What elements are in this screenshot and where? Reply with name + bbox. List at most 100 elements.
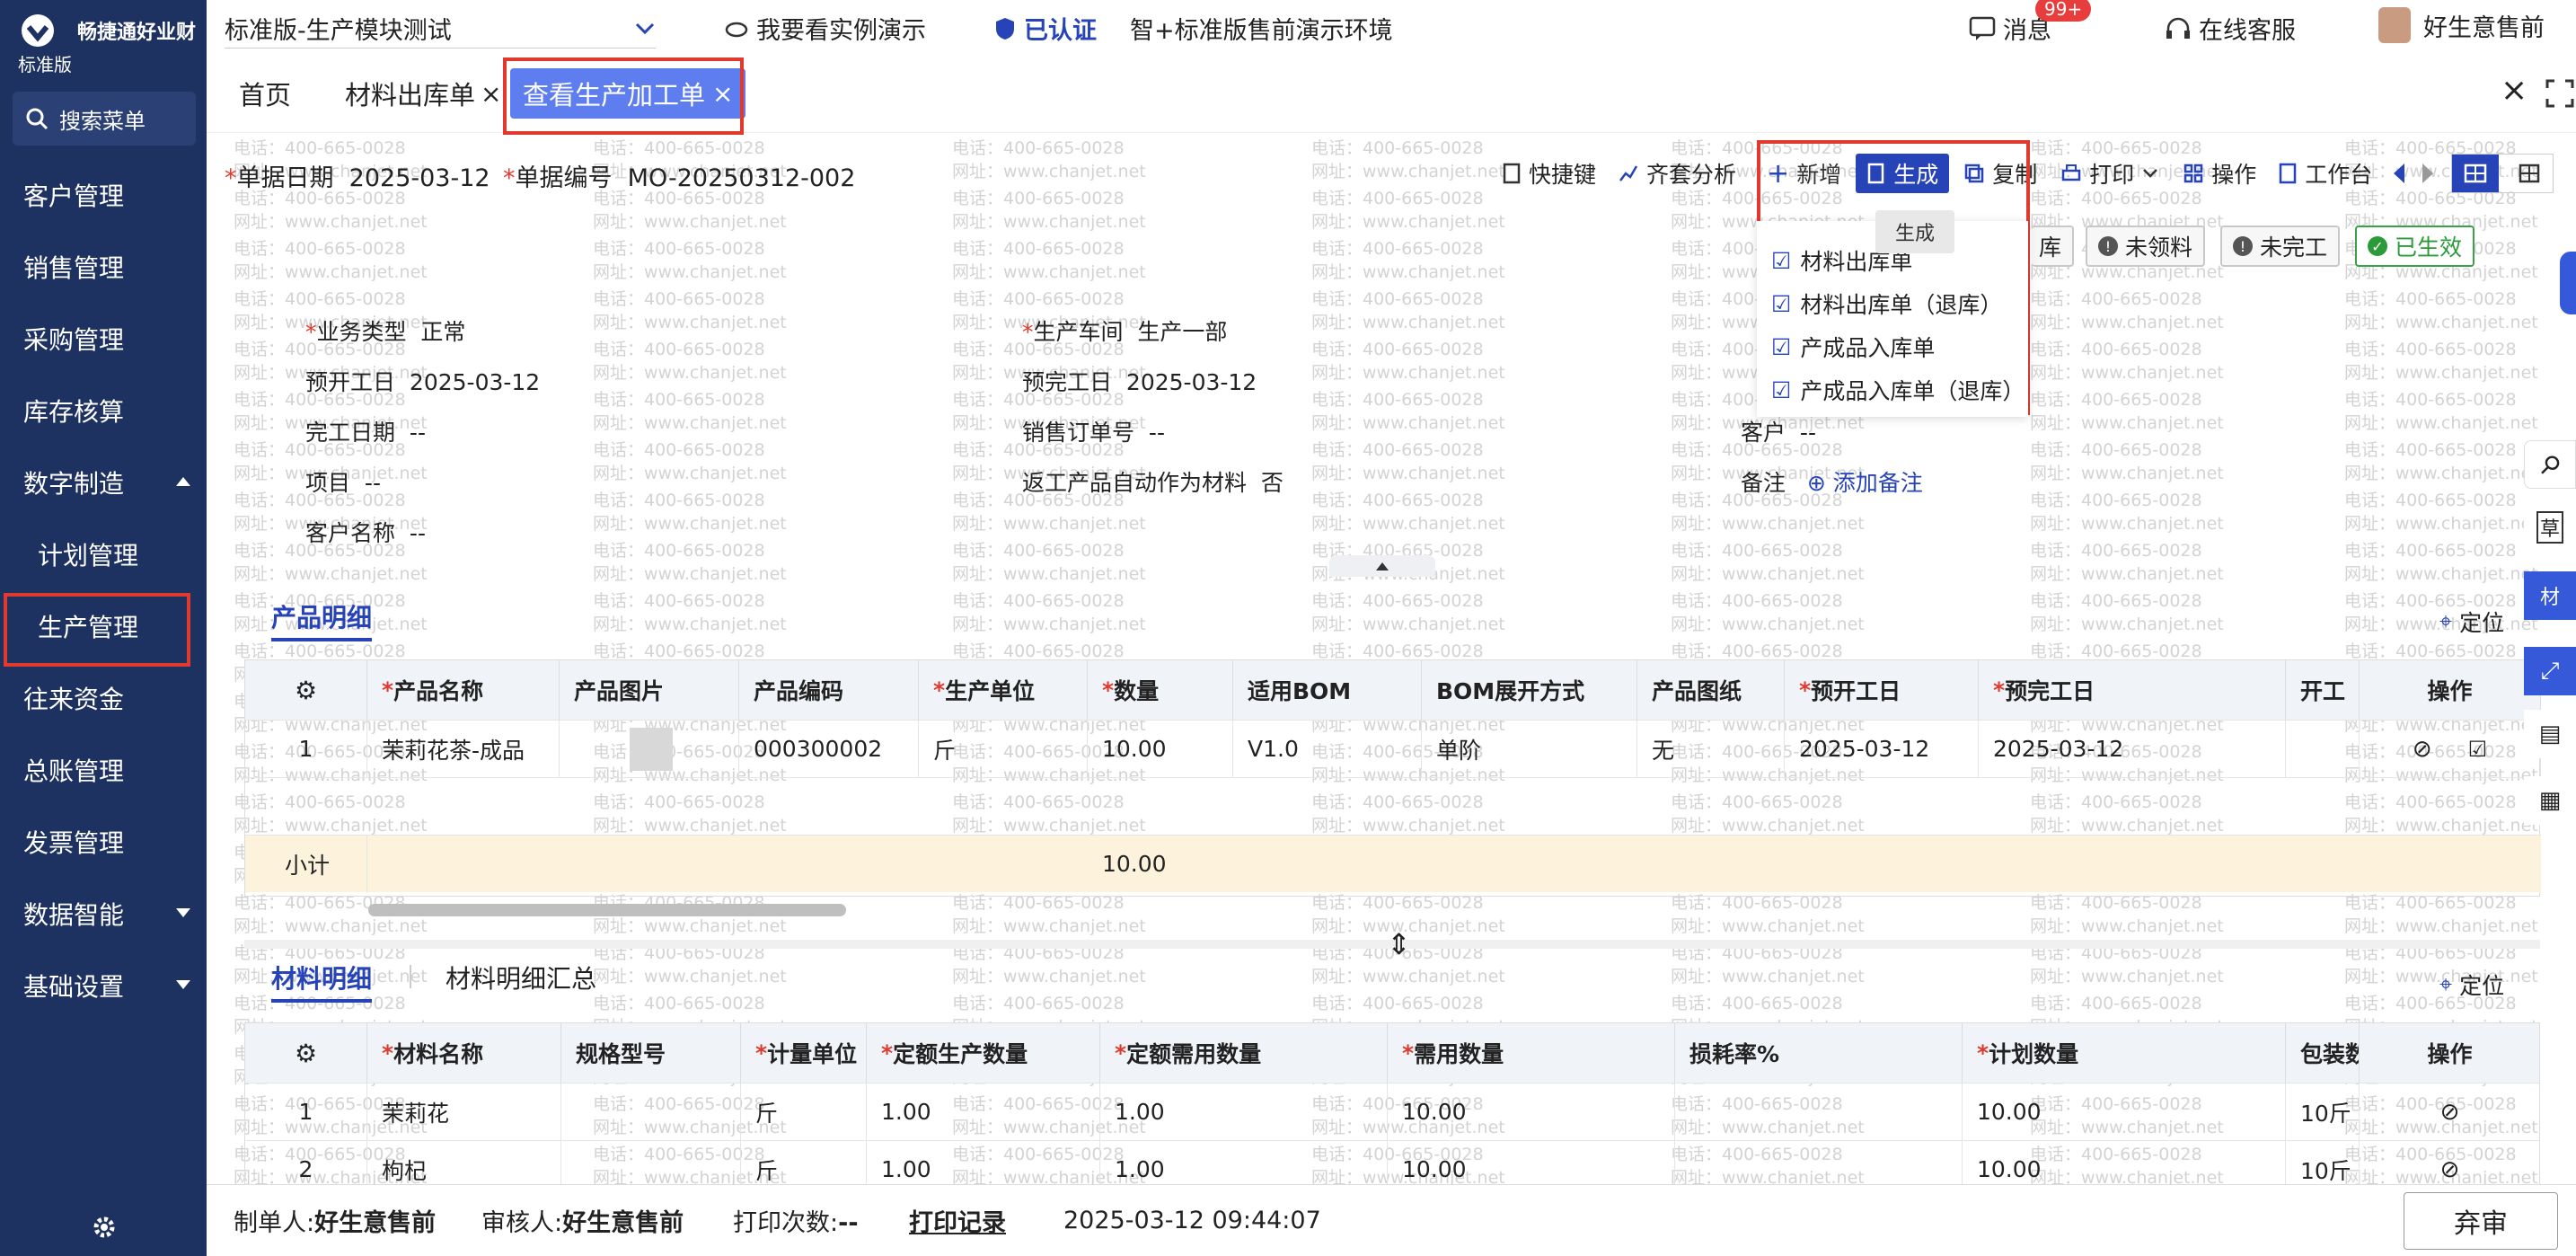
disable-icon[interactable]: ⊘ [2440,1156,2460,1183]
print-log-link[interactable]: 打印记录 [909,1203,1006,1238]
cell-quota-prod: 1.00 [867,1083,1100,1140]
field-label: 预开工日 [305,369,396,395]
operations-button[interactable]: 操作 [2183,157,2256,190]
attachment-icon[interactable]: ⚲ [2524,440,2576,489]
watermark-text: 电话：400-665-0028网址：www.chanjet.net [2030,390,2224,433]
table-view-icon[interactable] [2506,155,2553,192]
status-badge-partial: 库 [2032,226,2075,267]
next-icon[interactable] [2422,164,2434,183]
material-panel-icon[interactable]: 材 [2524,571,2576,620]
draft-icon[interactable]: 草 [2524,503,2576,552]
gear-icon[interactable] [90,1213,119,1242]
copy-icon [1964,164,1984,183]
tab-underline [271,999,372,1003]
copy-button[interactable]: 复制 [1963,157,2037,190]
sidebar-item-basic[interactable]: 基础设置 [0,957,207,1014]
required-mark: * [1115,1039,1127,1066]
watermark-text: 电话：400-665-0028网址：www.chanjet.net [1311,289,1505,332]
settings-doc-icon[interactable]: ▦ [2524,776,2576,825]
sidebar-item-sales[interactable]: 销售管理 [0,238,207,296]
locate-button[interactable]: ⌖ 定位 [2439,969,2504,1001]
tab-material-summary[interactable]: 材料明细汇总 [446,960,596,995]
field-value: 生产一部 [1137,319,1228,345]
workshop-field: *生产车间 生产一部 [1022,314,1227,347]
field-value: 2025-03-12 [1125,369,1257,395]
cell-spec [561,1083,741,1140]
cell-product-image[interactable] [560,720,739,777]
sidebar-item-inventory[interactable]: 库存核算 [0,382,207,439]
abandon-audit-button[interactable]: 弃审 [2404,1192,2558,1250]
locate-button[interactable]: ⌖ 定位 [2439,606,2504,638]
tab-product-detail[interactable]: 产品明细 [271,598,372,634]
sidebar-item-production[interactable]: 生产管理 [0,597,207,655]
close-icon[interactable]: × [712,79,733,109]
sidebar-item-label: 基础设置 [23,972,125,1002]
demo-label: 我要看实例演示 [756,17,926,45]
cell-product-name[interactable]: 茉莉花茶-成品 [367,720,560,777]
dropdown-item-product-return[interactable]: ☑ 产成品入库单（退库） [1771,372,2025,408]
watermark-text: 电话：400-665-0028网址：www.chanjet.net [1311,239,1505,282]
cell-actions: ⊘ [2360,1140,2539,1184]
cell-material-name[interactable]: 茉莉花 [367,1083,561,1140]
watermark-text: 电话：400-665-0028网址：www.chanjet.net [1311,591,1505,634]
resize-icon[interactable]: ⇕ [1387,927,1411,961]
done-date-field: 完工日期 -- [305,415,426,447]
product-thumbnail[interactable] [630,727,673,771]
side-handle[interactable] [2560,252,2576,314]
disable-icon[interactable]: ⊘ [2413,736,2432,763]
required-mark: * [881,1039,894,1066]
expand-icon[interactable]: ⤢ [2524,647,2576,695]
shortcut-button[interactable]: 快捷键 [1502,157,1596,190]
watermark-text: 电话：400-665-0028网址：www.chanjet.net [2030,440,2224,483]
watermark-text: 电话：400-665-0028网址：www.chanjet.net [952,189,1146,232]
doc-check-icon[interactable]: ☑ [2468,737,2488,762]
generate-button[interactable]: 生成 [1856,154,1950,193]
close-icon[interactable]: × [481,79,501,109]
add-button[interactable]: + 新增 [1767,157,1841,190]
kit-analysis-button[interactable]: 齐套分析 [1618,157,1736,190]
sidebar-item-planning[interactable]: 计划管理 [0,526,207,583]
horizontal-scrollbar[interactable] [368,904,846,916]
fullscreen-icon[interactable] [2545,79,2574,108]
chevron-down-icon [2143,169,2158,178]
sidebar-item-data[interactable]: 数据智能 [0,885,207,942]
demo-link[interactable]: 我要看实例演示 [724,11,926,46]
sidebar-item-manufacturing[interactable]: 数字制造 [0,454,207,511]
disable-icon[interactable]: ⊘ [2440,1099,2460,1126]
prev-icon[interactable] [2394,164,2405,183]
column-header: * 预完工日 [1979,660,2286,720]
tab-material-detail[interactable]: 材料明细 [271,960,372,995]
log-icon[interactable]: ▤ [2524,710,2576,758]
cell-material-name[interactable]: 枸杞 [367,1140,561,1184]
account-select[interactable]: 标准版-生产模块测试 [225,9,656,49]
cell-start-work [2286,720,2360,777]
sidebar-item-ledger[interactable]: 总账管理 [0,741,207,799]
empty-row [245,777,2541,835]
generate-icon [1867,163,1884,184]
search-icon [26,108,49,130]
tab-view-production-order[interactable]: 查看生产加工单 × [510,68,746,119]
header-label: 定额生产数量 [893,1041,1028,1067]
column-settings[interactable]: ⚙ [245,1023,367,1083]
dropdown-item-material-return[interactable]: ☑ 材料出库单（退库） [1771,286,2002,322]
close-icon[interactable]: × [2501,72,2527,109]
auditor-label: 审核人: [481,1209,563,1237]
edition-label: 标准版 [18,54,72,75]
tab-home[interactable]: 首页 [226,68,304,119]
user-menu[interactable]: 好生意售前 [2378,7,2545,43]
card-view-icon[interactable] [2452,155,2500,192]
support-button[interactable]: 在线客服 [2165,11,2296,46]
column-settings[interactable]: ⚙ [245,660,367,720]
sidebar-item-customer[interactable]: 客户管理 [0,166,207,224]
tab-material-issue[interactable]: 材料出库单 × [332,68,514,119]
sidebar-item-funds[interactable]: 往来资金 [0,669,207,727]
print-button[interactable]: 打印 [2060,157,2159,190]
collapse-handle[interactable] [1329,555,1435,577]
sidebar-item-purchase[interactable]: 采购管理 [0,310,207,367]
menu-search[interactable]: 搜索菜单 [13,92,196,146]
field-label: 客户 [1741,420,1786,446]
add-note-link[interactable]: ⊕ 添加备注 [1807,470,1923,496]
workbench-button[interactable]: 工作台 [2278,157,2372,190]
sidebar-item-invoice[interactable]: 发票管理 [0,813,207,871]
dropdown-item-product-receipt[interactable]: ☑ 产成品入库单 [1771,329,1935,365]
